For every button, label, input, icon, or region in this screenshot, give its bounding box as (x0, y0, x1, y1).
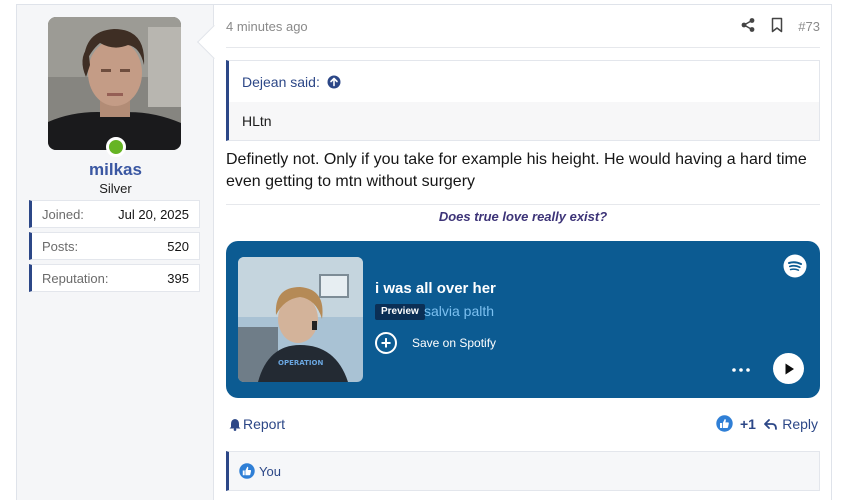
save-label: Save on Spotify (412, 336, 497, 350)
spotify-embed[interactable]: OPERATION i was all over her Preview sal… (226, 241, 820, 398)
preview-badge: Preview (375, 304, 425, 320)
post-message: Definetly not. Only if you take for exam… (226, 151, 807, 190)
post-number[interactable]: #73 (798, 19, 820, 34)
reply-icon (764, 418, 778, 430)
more-icon[interactable] (731, 360, 751, 372)
report-label: Report (243, 416, 286, 432)
quote-header: Dejean said: (229, 61, 819, 102)
save-on-spotify-button[interactable]: + Save on Spotify (375, 331, 496, 355)
reactions-bar: You (226, 451, 820, 491)
plus-circle-icon: + (375, 332, 397, 354)
post-actions: Report +1 Reply (226, 414, 820, 436)
user-sidebar: milkas Silver Joined: Jul 20, 2025 Posts… (17, 5, 214, 500)
quote-author-link[interactable]: Dejean said: (242, 74, 320, 90)
track-title[interactable]: i was all over her (375, 280, 496, 297)
artist-name[interactable]: salvia palth (424, 303, 494, 319)
album-cover[interactable]: OPERATION (238, 257, 363, 382)
message-post: milkas Silver Joined: Jul 20, 2025 Posts… (16, 4, 832, 500)
avatar[interactable] (48, 17, 181, 150)
stat-posts: Posts: 520 (29, 232, 200, 260)
bookmark-icon[interactable] (769, 17, 785, 33)
reactions-list-link[interactable]: You (259, 464, 281, 479)
reply-button[interactable]: Reply (764, 416, 818, 432)
arrow-up-circle-icon[interactable] (327, 75, 341, 89)
online-status-indicator (106, 137, 126, 157)
play-button[interactable] (773, 353, 804, 384)
like-icon (239, 463, 255, 479)
like-button[interactable]: +1 (716, 415, 756, 432)
report-link[interactable]: Report (229, 416, 285, 432)
avatar-image (48, 17, 181, 150)
stat-label: Reputation: (42, 270, 109, 286)
username[interactable]: milkas (17, 160, 214, 180)
post-main: 4 minutes ago #73 Dejean said: HLtn Defi… (226, 5, 820, 500)
quote-block: Dejean said: HLtn (226, 60, 820, 141)
signature-divider (226, 204, 820, 205)
post-header: 4 minutes ago #73 (226, 5, 820, 48)
share-icon[interactable] (740, 17, 756, 33)
bell-icon (229, 418, 241, 431)
user-title: Silver (99, 181, 132, 196)
stat-value[interactable]: 520 (167, 239, 189, 254)
reaction-count: +1 (740, 415, 756, 432)
reply-label: Reply (782, 416, 818, 432)
play-icon (785, 363, 794, 374)
svg-text:OPERATION: OPERATION (278, 359, 323, 367)
stat-joined: Joined: Jul 20, 2025 (29, 200, 200, 228)
stat-value: 395 (167, 270, 189, 286)
stat-label: Posts: (42, 238, 79, 254)
user-signature: Does true love really exist? (438, 209, 608, 224)
stat-value: Jul 20, 2025 (118, 206, 189, 222)
stat-reputation: Reputation: 395 (29, 264, 200, 292)
spotify-icon[interactable] (783, 254, 807, 278)
stat-label: Joined: (42, 206, 84, 222)
like-icon (716, 415, 733, 432)
quote-text: HLtn (242, 113, 272, 129)
post-time[interactable]: 4 minutes ago (226, 19, 308, 34)
